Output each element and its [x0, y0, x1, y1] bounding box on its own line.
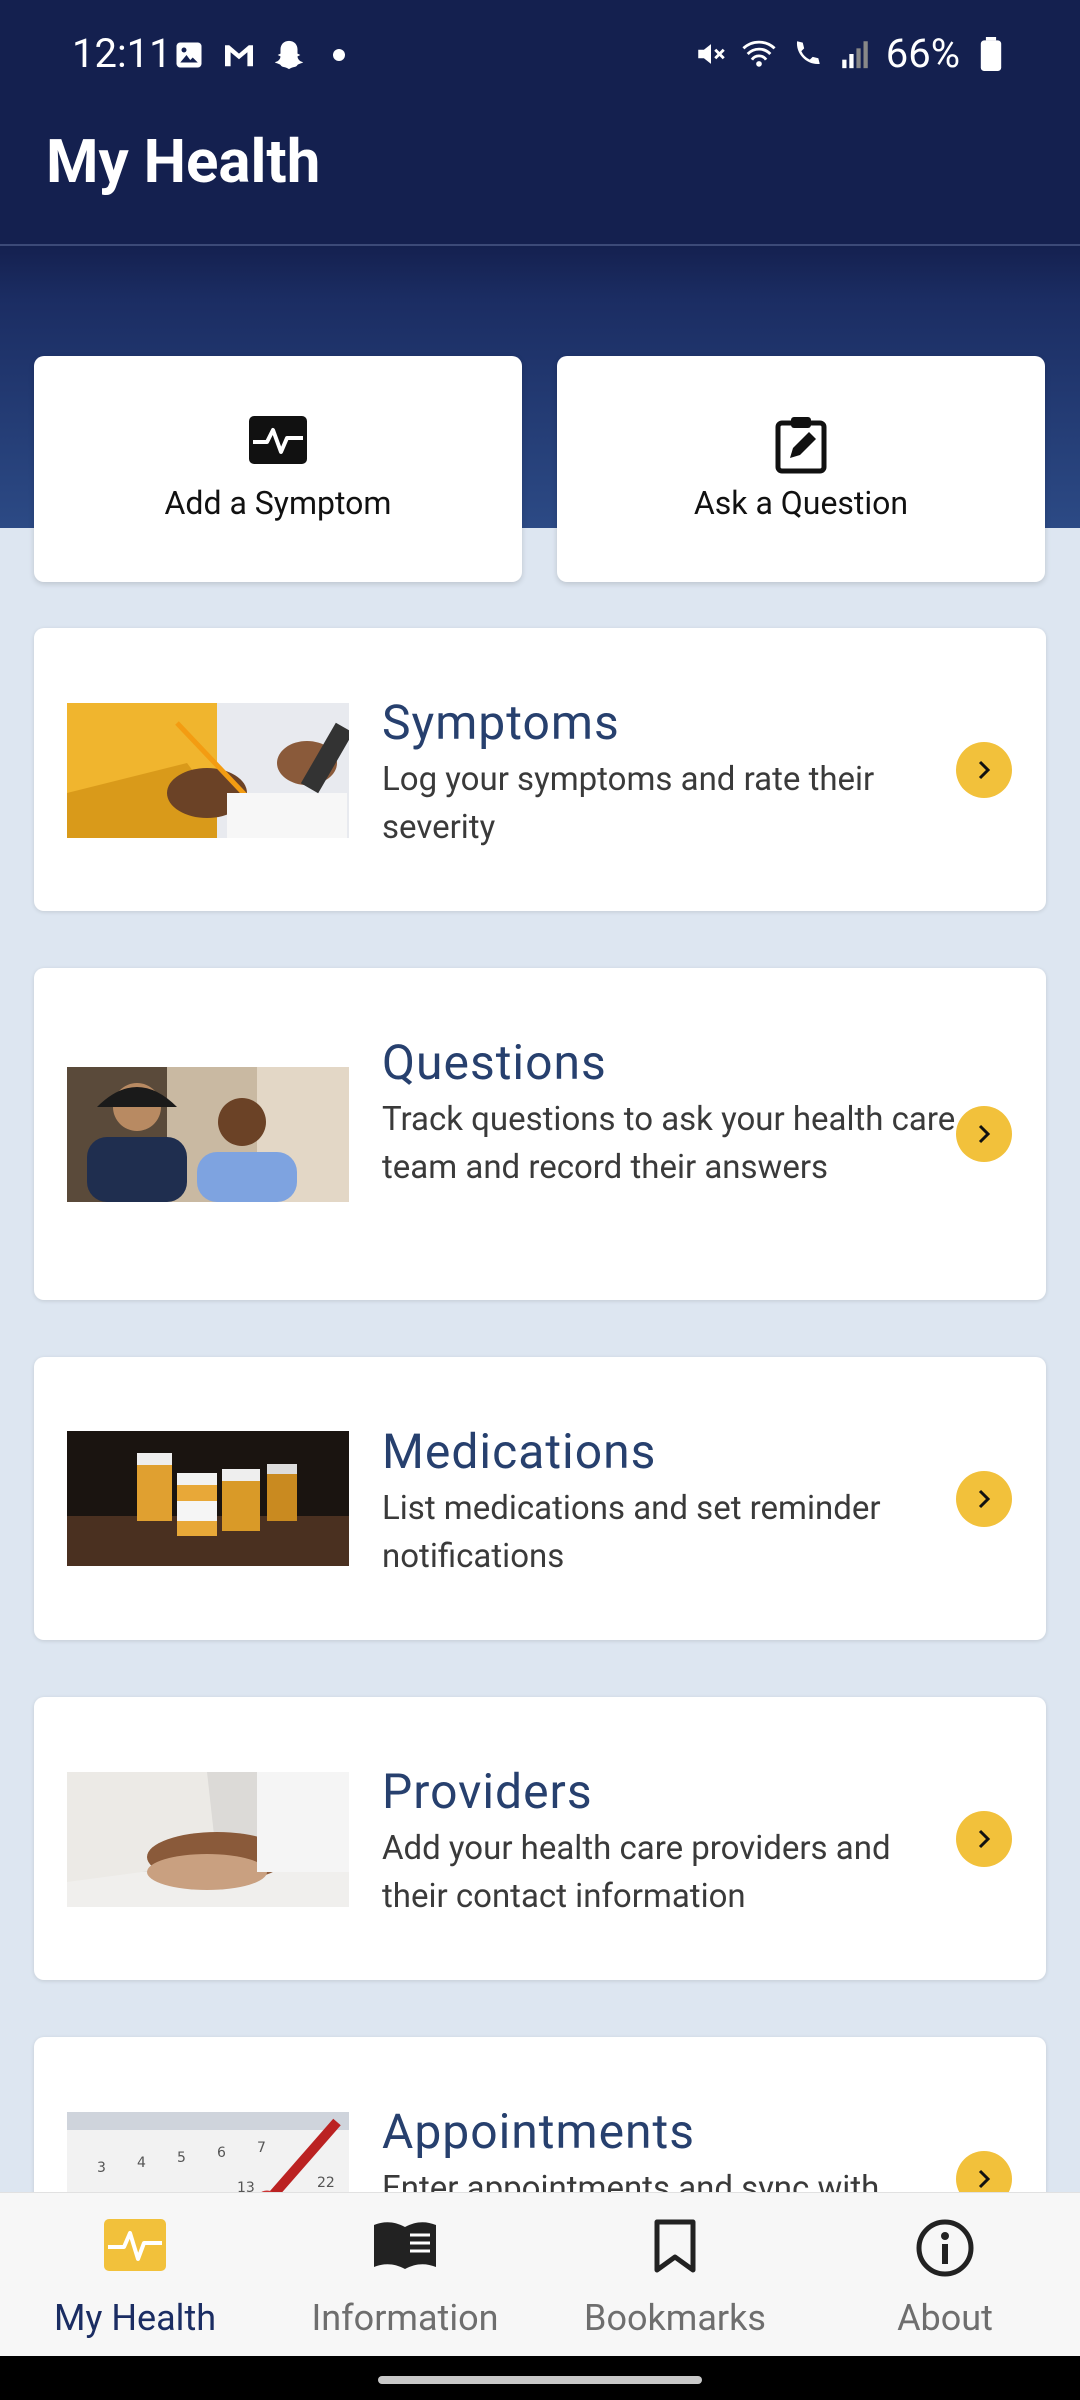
svg-text:5: 5	[177, 2150, 186, 2166]
add-symptom-button[interactable]: Add a Symptom	[34, 356, 522, 582]
home-gesture-bar[interactable]	[378, 2376, 702, 2384]
snapchat-icon	[272, 38, 306, 72]
add-symptom-label: Add a Symptom	[164, 484, 392, 522]
svg-text:4: 4	[137, 2155, 146, 2171]
chevron-right-icon	[956, 1106, 1012, 1162]
nav-information[interactable]: Information	[270, 2193, 540, 2357]
wifi-calling-icon	[790, 37, 824, 71]
gesture-area	[0, 2356, 1080, 2400]
gmail-icon	[222, 38, 256, 72]
clipboard-edit-icon	[775, 416, 827, 478]
svg-text:22: 22	[317, 2175, 335, 2191]
nav-my-health[interactable]: My Health	[0, 2193, 270, 2357]
status-bar: 12:11 66%	[0, 0, 1080, 120]
providers-image	[67, 1772, 349, 1907]
battery-percent: 66%	[885, 30, 960, 77]
providers-title: Providers	[382, 1763, 593, 1820]
medications-card[interactable]: Medications List medications and set rem…	[34, 1357, 1046, 1640]
bookmark-icon	[653, 2219, 697, 2277]
ask-question-label: Ask a Question	[693, 484, 909, 522]
info-icon	[916, 2219, 974, 2281]
svg-text:7: 7	[257, 2140, 266, 2156]
chevron-right-icon	[956, 1471, 1012, 1527]
symptoms-title: Symptoms	[382, 694, 620, 751]
page-title: My Health	[46, 126, 321, 197]
ask-question-button[interactable]: Ask a Question	[557, 356, 1045, 582]
bottom-navigation: My Health Information Bookmarks About	[0, 2192, 1080, 2357]
heartbeat-icon	[249, 416, 307, 468]
providers-description: Add your health care providers and their…	[382, 1829, 891, 1916]
signal-icon	[838, 37, 872, 71]
medications-title: Medications	[382, 1423, 657, 1480]
symptoms-description: Log your symptoms and rate their severit…	[382, 760, 875, 847]
questions-image	[67, 1067, 349, 1202]
nav-bookmarks[interactable]: Bookmarks	[540, 2193, 810, 2357]
nav-about[interactable]: About	[810, 2193, 1080, 2357]
gallery-icon	[172, 38, 206, 72]
svg-text:6: 6	[217, 2145, 226, 2161]
notification-dot-icon	[322, 38, 356, 72]
nav-label-about: About	[897, 2297, 993, 2339]
questions-title: Questions	[382, 1034, 607, 1091]
nav-label-information: Information	[311, 2297, 499, 2339]
medications-image	[67, 1431, 349, 1566]
battery-icon	[974, 36, 1008, 71]
mute-icon	[694, 37, 728, 71]
questions-description: Track questions to ask your health care …	[382, 1100, 956, 1187]
appointments-title: Appointments	[382, 2103, 696, 2160]
nav-label-bookmarks: Bookmarks	[584, 2297, 766, 2339]
status-time: 12:11	[72, 30, 172, 77]
medications-description: List medications and set reminder notifi…	[382, 1489, 881, 1576]
nav-label-my-health: My Health	[53, 2297, 217, 2339]
svg-text:3: 3	[97, 2160, 106, 2176]
wifi-icon	[742, 37, 776, 71]
chevron-right-icon	[956, 742, 1012, 798]
chevron-right-icon	[956, 1811, 1012, 1867]
providers-card[interactable]: Providers Add your health care providers…	[34, 1697, 1046, 1980]
book-icon	[372, 2219, 438, 2275]
questions-card[interactable]: Questions Track questions to ask your he…	[34, 968, 1046, 1300]
symptoms-card[interactable]: Symptoms Log your symptoms and rate thei…	[34, 628, 1046, 911]
symptoms-image	[67, 703, 349, 838]
heartbeat-icon	[104, 2219, 166, 2275]
header-divider	[0, 244, 1080, 246]
